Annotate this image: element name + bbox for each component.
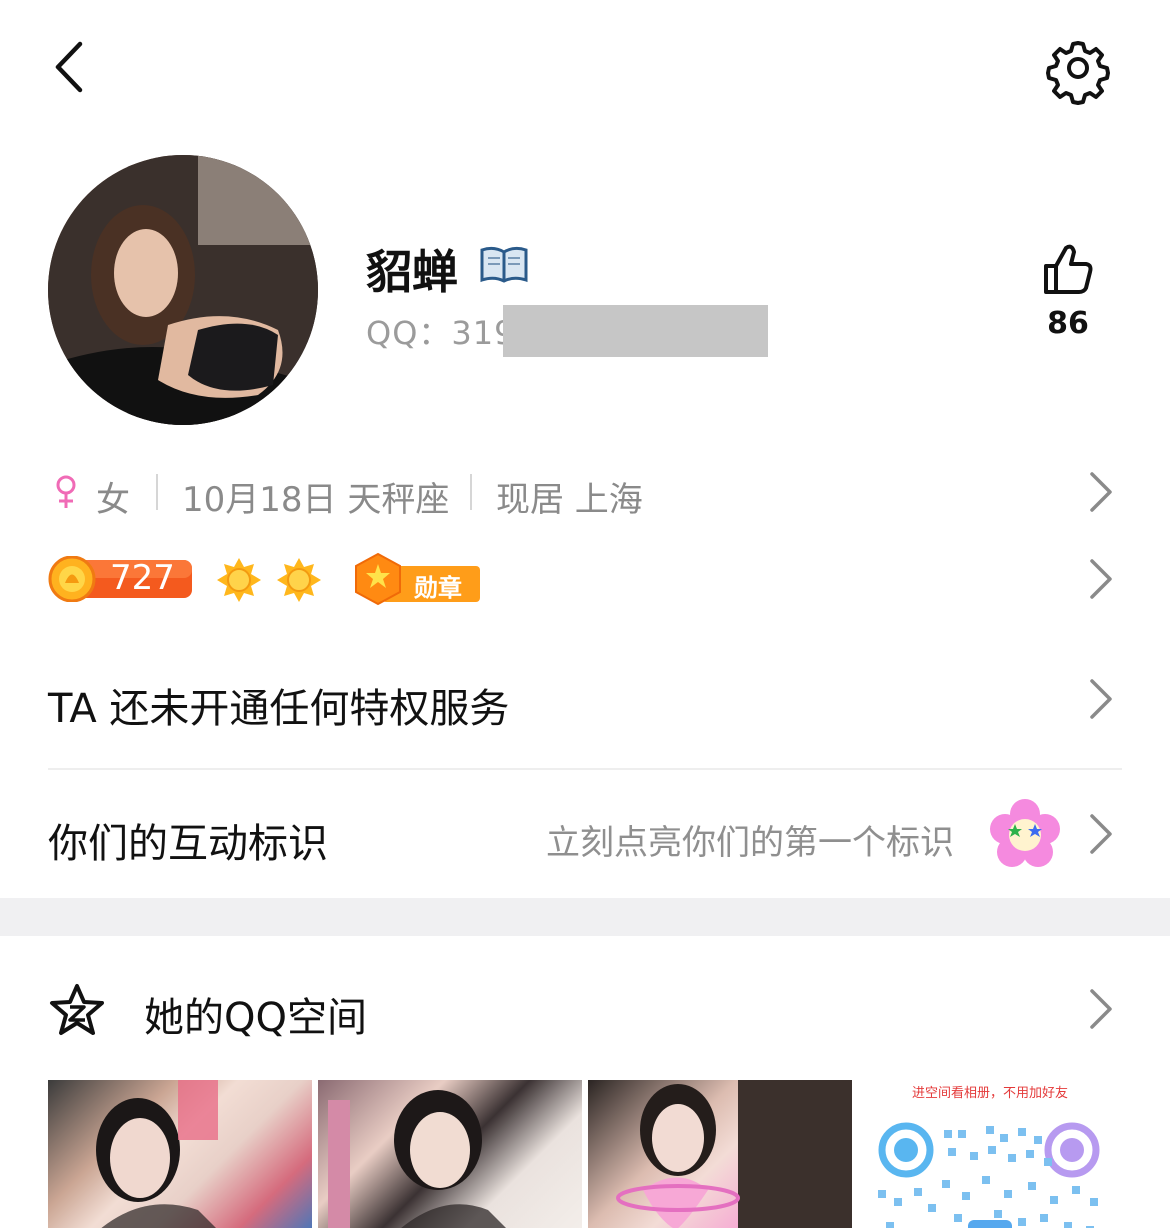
book-icon [478, 244, 530, 284]
interaction-title: 你们的互动标识 [48, 821, 328, 867]
back-button[interactable] [40, 30, 100, 102]
qzone-photo[interactable] [318, 1080, 582, 1228]
level-number: 727 [110, 558, 175, 598]
nickname: 貂蝉 [366, 245, 458, 299]
settings-button[interactable] [1040, 30, 1116, 106]
qq-number: QQ：319 [366, 314, 516, 352]
qzone-photo[interactable] [48, 1080, 312, 1228]
qr-caption: 进空间看相册，不用加好友 [911, 1086, 1068, 1101]
like-count: 86 [1047, 306, 1089, 341]
birthday-text: 10月18日 天秤座 [182, 480, 450, 520]
interaction-hint: 立刻点亮你们的第一个标识 [546, 823, 954, 863]
female-icon [52, 474, 80, 514]
sun-icon [216, 558, 262, 606]
medal-label: 勋章 [414, 574, 462, 602]
qzone-star-icon [48, 982, 106, 1042]
chevron-right-icon [1086, 470, 1116, 514]
chevron-left-icon [55, 41, 83, 93]
chevron-right-icon [1086, 987, 1116, 1031]
chevron-right-icon [1086, 557, 1116, 601]
chevron-right-icon [1086, 812, 1116, 856]
row-divider [48, 768, 1122, 770]
info-divider [470, 474, 472, 510]
qzone-title: 她的QQ空间 [144, 995, 367, 1041]
flower-icon [988, 798, 1062, 874]
info-divider [156, 474, 158, 510]
qr-code [878, 1122, 1100, 1228]
gear-icon [1046, 41, 1110, 105]
qzone-photo[interactable] [588, 1080, 852, 1228]
gender-text: 女 [96, 480, 130, 520]
privilege-text: TA 还未开通任何特权服务 [48, 686, 510, 732]
section-gap [0, 898, 1170, 936]
avatar-image [48, 155, 318, 425]
qzone-qr-card[interactable] [858, 1080, 1122, 1228]
redaction-box [503, 305, 768, 357]
thumbs-up-icon [1044, 244, 1093, 294]
avatar[interactable] [48, 155, 318, 425]
sun-icon [276, 558, 322, 606]
location-text: 现居 上海 [496, 480, 643, 520]
chevron-right-icon [1086, 677, 1116, 721]
